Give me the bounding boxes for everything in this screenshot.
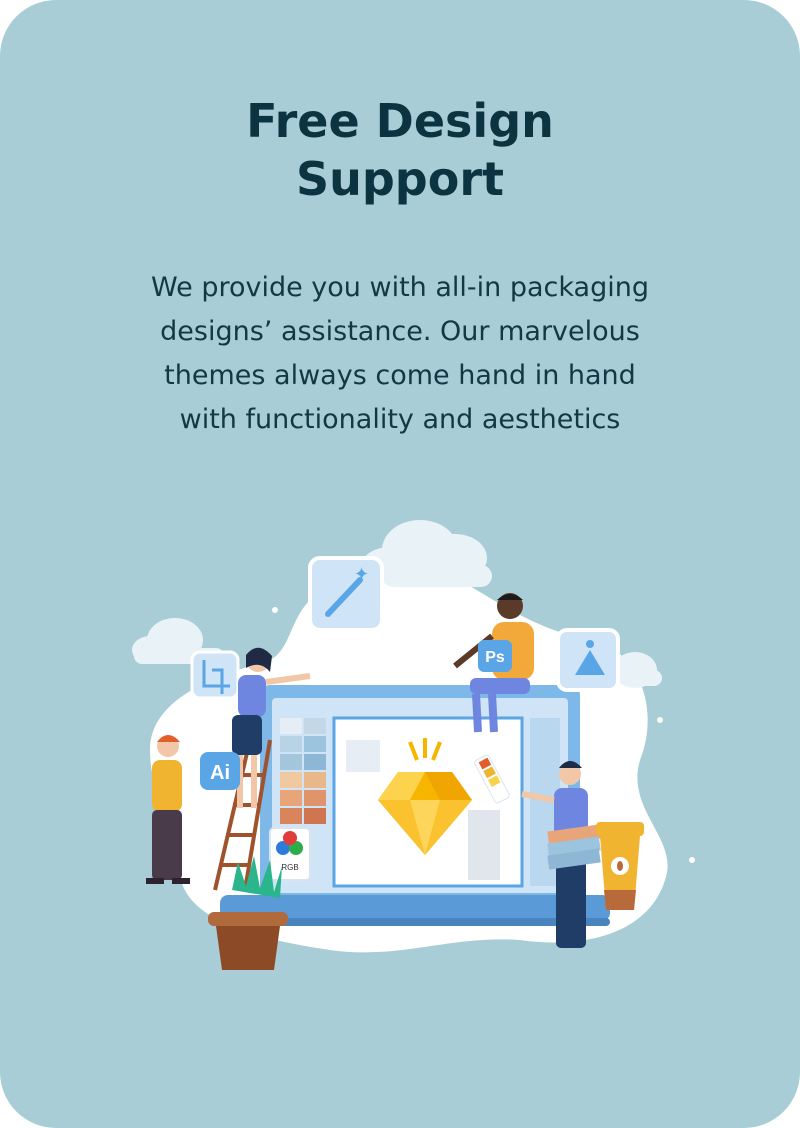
card-title: Free Design Support xyxy=(0,92,800,208)
ai-badge: Ai xyxy=(200,752,240,790)
description-line-3: themes always come hand in hand xyxy=(164,360,636,391)
card-title-line-1: Free Design xyxy=(246,94,554,148)
cloud-right xyxy=(613,652,662,688)
image-placeholder xyxy=(346,740,380,772)
ps-badge: Ps xyxy=(478,640,512,672)
design-team-illustration: ✦ Ai RGB Ps xyxy=(132,520,695,970)
description-line-1: We provide you with all-in packaging xyxy=(151,272,649,303)
text-block xyxy=(468,810,500,880)
ps-badge-label: Ps xyxy=(485,649,505,666)
rgb-label: RGB xyxy=(281,863,298,872)
svg-text:✦: ✦ xyxy=(354,564,369,585)
rgb-card: RGB xyxy=(269,827,311,881)
swatch-book xyxy=(547,824,601,870)
card-description: We provide you with all-in packaging des… xyxy=(100,266,700,442)
magic-wand-icon: ✦ xyxy=(308,556,384,632)
ai-badge-label: Ai xyxy=(210,762,230,784)
crop-icon xyxy=(190,650,240,700)
description-line-4: with functionality and aesthetics xyxy=(179,404,621,435)
pen-tool-icon xyxy=(556,628,620,692)
description-line-2: designs’ assistance. Our marvelous xyxy=(160,316,640,347)
card-title-line-2: Support xyxy=(295,152,504,206)
feature-card: Free Design Support We provide you with … xyxy=(0,0,800,1128)
